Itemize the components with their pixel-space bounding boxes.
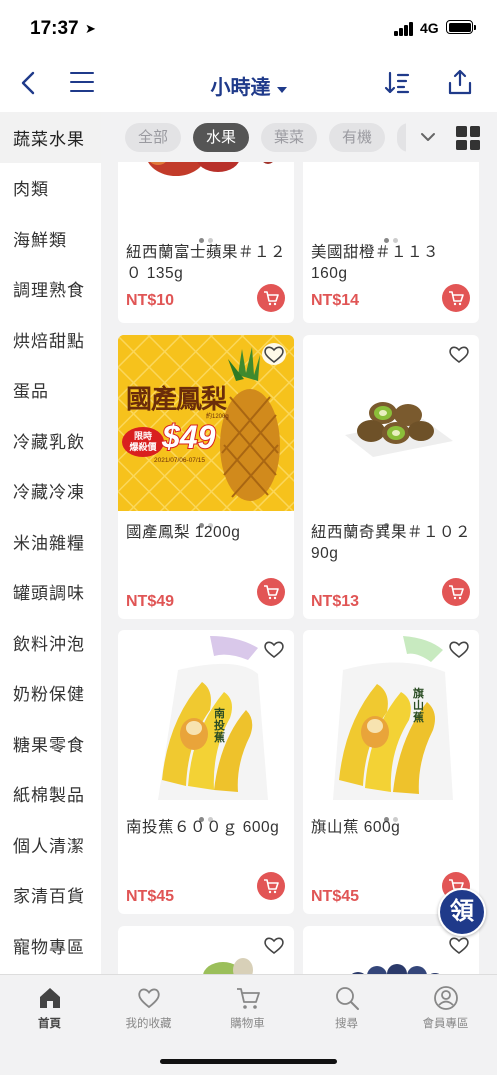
- sidebar-item-seafood[interactable]: 海鮮類: [0, 213, 101, 264]
- promo-badge: 限時 爆殺價: [122, 427, 164, 457]
- sidebar-item-dairy[interactable]: 冷藏乳飲: [0, 415, 101, 466]
- sidebar-item-household[interactable]: 家清百貨: [0, 870, 101, 921]
- product-price: NT$14: [311, 292, 360, 309]
- chip-all[interactable]: 全部: [125, 123, 182, 152]
- sidebar-item-paper[interactable]: 紙棉製品: [0, 769, 101, 820]
- add-to-cart-button[interactable]: [257, 578, 285, 606]
- nav-title: 小時達: [210, 77, 271, 99]
- heart-icon[interactable]: [262, 638, 286, 660]
- sidebar-item-meat[interactable]: 肉類: [0, 163, 101, 214]
- network-type: 4G: [420, 20, 439, 36]
- home-icon: [39, 988, 60, 1008]
- sidebar-item-grains[interactable]: 米油雜糧: [0, 516, 101, 567]
- sidebar-item-beverages[interactable]: 飲料沖泡: [0, 617, 101, 668]
- sidebar-item-milk-powder[interactable]: 奶粉保健: [0, 668, 101, 719]
- cart-icon: [236, 988, 260, 1009]
- home-indicator: [160, 1059, 337, 1064]
- sidebar-item-frozen[interactable]: 冷藏冷凍: [0, 466, 101, 517]
- user-icon: [433, 986, 458, 1010]
- sidebar-item-bakery[interactable]: 烘焙甜點: [0, 314, 101, 365]
- category-sidebar: 蔬菜水果 肉類 海鮮類 調理熟食 烘焙甜點 蛋品 冷藏乳飲 冷藏冷凍 米油雜糧 …: [0, 112, 101, 974]
- filter-bar: 全部 水果 葉菜 有機: [101, 112, 497, 162]
- heart-icon: [137, 988, 160, 1009]
- heart-icon[interactable]: [447, 343, 471, 365]
- product-card[interactable]: 旗山蕉 旗山蕉 600g NT$45: [303, 630, 479, 914]
- promo-price: $49: [161, 418, 216, 456]
- filter-chips: 全部 水果 葉菜 有機: [125, 123, 422, 152]
- coupon-button[interactable]: 領: [438, 888, 486, 936]
- sidebar-item-eggs[interactable]: 蛋品: [0, 365, 101, 416]
- tab-home[interactable]: 首頁: [0, 985, 99, 1031]
- cart-icon: [449, 291, 464, 306]
- product-price: NT$45: [126, 888, 175, 905]
- product-card[interactable]: 南投蕉 南投蕉６００ｇ 600g NT$45: [118, 630, 294, 914]
- tab-favorites[interactable]: 我的收藏: [99, 985, 198, 1031]
- location-arrow-icon: ➤: [85, 21, 96, 36]
- product-price: NT$13: [311, 593, 360, 610]
- add-to-cart-button[interactable]: [442, 284, 470, 312]
- status-bar: 17:37 ➤ 4G: [0, 0, 497, 56]
- heart-icon[interactable]: [262, 343, 286, 365]
- sidebar-item-canned[interactable]: 罐頭調味: [0, 567, 101, 618]
- add-to-cart-button[interactable]: [257, 872, 285, 900]
- heart-icon[interactable]: [447, 934, 471, 956]
- nav-bar: 小時達: [0, 56, 497, 112]
- product-name: 旗山蕉 600g: [311, 819, 401, 836]
- sidebar-item-prepared-food[interactable]: 調理熟食: [0, 264, 101, 315]
- add-to-cart-button[interactable]: [442, 578, 470, 606]
- product-price: NT$10: [126, 292, 175, 309]
- product-name: 南投蕉６００ｇ 600g: [126, 819, 280, 836]
- cart-icon: [264, 291, 279, 306]
- product-card[interactable]: 紐西蘭奇異果＃１０２ 90g NT$13: [303, 335, 479, 619]
- chevron-down-icon[interactable]: [419, 128, 437, 146]
- caret-down-icon: [276, 86, 287, 93]
- product-name: 紐西蘭奇異果＃１０２ 90g: [311, 524, 472, 562]
- tab-member[interactable]: 會員專區: [396, 985, 495, 1031]
- product-card[interactable]: 國產鳳梨 約1200g 限時 爆殺價 $49 2021/07/06-07/15 國…: [118, 335, 294, 619]
- product-name: 紐西蘭富士蘋果＃１２０ 135g: [126, 244, 287, 282]
- sidebar-item-personal-care[interactable]: 個人清潔: [0, 819, 101, 870]
- product-card[interactable]: [118, 926, 294, 974]
- promo-dates: 2021/07/06-07/15: [154, 457, 205, 464]
- cart-icon: [449, 585, 464, 600]
- product-area: 全部 水果 葉菜 有機 紐西蘭富士蘋果＃１２０ 135g NT$10 美國甜橙＃…: [101, 112, 497, 974]
- status-time: 17:37: [30, 18, 79, 39]
- sort-icon[interactable]: [384, 70, 410, 96]
- grid-view-icon[interactable]: [456, 126, 480, 150]
- share-icon[interactable]: [447, 68, 473, 96]
- battery-icon: [446, 20, 476, 34]
- tab-search[interactable]: 搜尋: [297, 985, 396, 1031]
- chip-leafy[interactable]: 葉菜: [261, 123, 318, 152]
- chip-organic[interactable]: 有機: [329, 123, 386, 152]
- cart-icon: [264, 585, 279, 600]
- store-selector[interactable]: 小時達: [0, 71, 497, 100]
- cart-icon: [264, 879, 279, 894]
- product-name: 國產鳳梨 1200g: [126, 524, 241, 541]
- sidebar-item-vegetables-fruits[interactable]: 蔬菜水果: [0, 112, 101, 163]
- heart-icon[interactable]: [262, 934, 286, 956]
- sidebar-item-pets[interactable]: 寵物專區: [0, 920, 101, 971]
- chip-fruit[interactable]: 水果: [193, 123, 250, 152]
- product-name: 美國甜橙＃１１３ 160g: [311, 244, 440, 282]
- product-price: NT$49: [126, 593, 175, 610]
- product-price: NT$45: [311, 888, 360, 905]
- add-to-cart-button[interactable]: [257, 284, 285, 312]
- tab-cart[interactable]: 購物車: [198, 985, 297, 1031]
- product-package-label: 旗山蕉: [413, 688, 424, 724]
- signal-icon: [394, 22, 414, 36]
- search-icon: [335, 987, 359, 1010]
- product-package-label: 南投蕉: [214, 708, 225, 744]
- sidebar-item-snacks[interactable]: 糖果零食: [0, 718, 101, 769]
- heart-icon[interactable]: [447, 638, 471, 660]
